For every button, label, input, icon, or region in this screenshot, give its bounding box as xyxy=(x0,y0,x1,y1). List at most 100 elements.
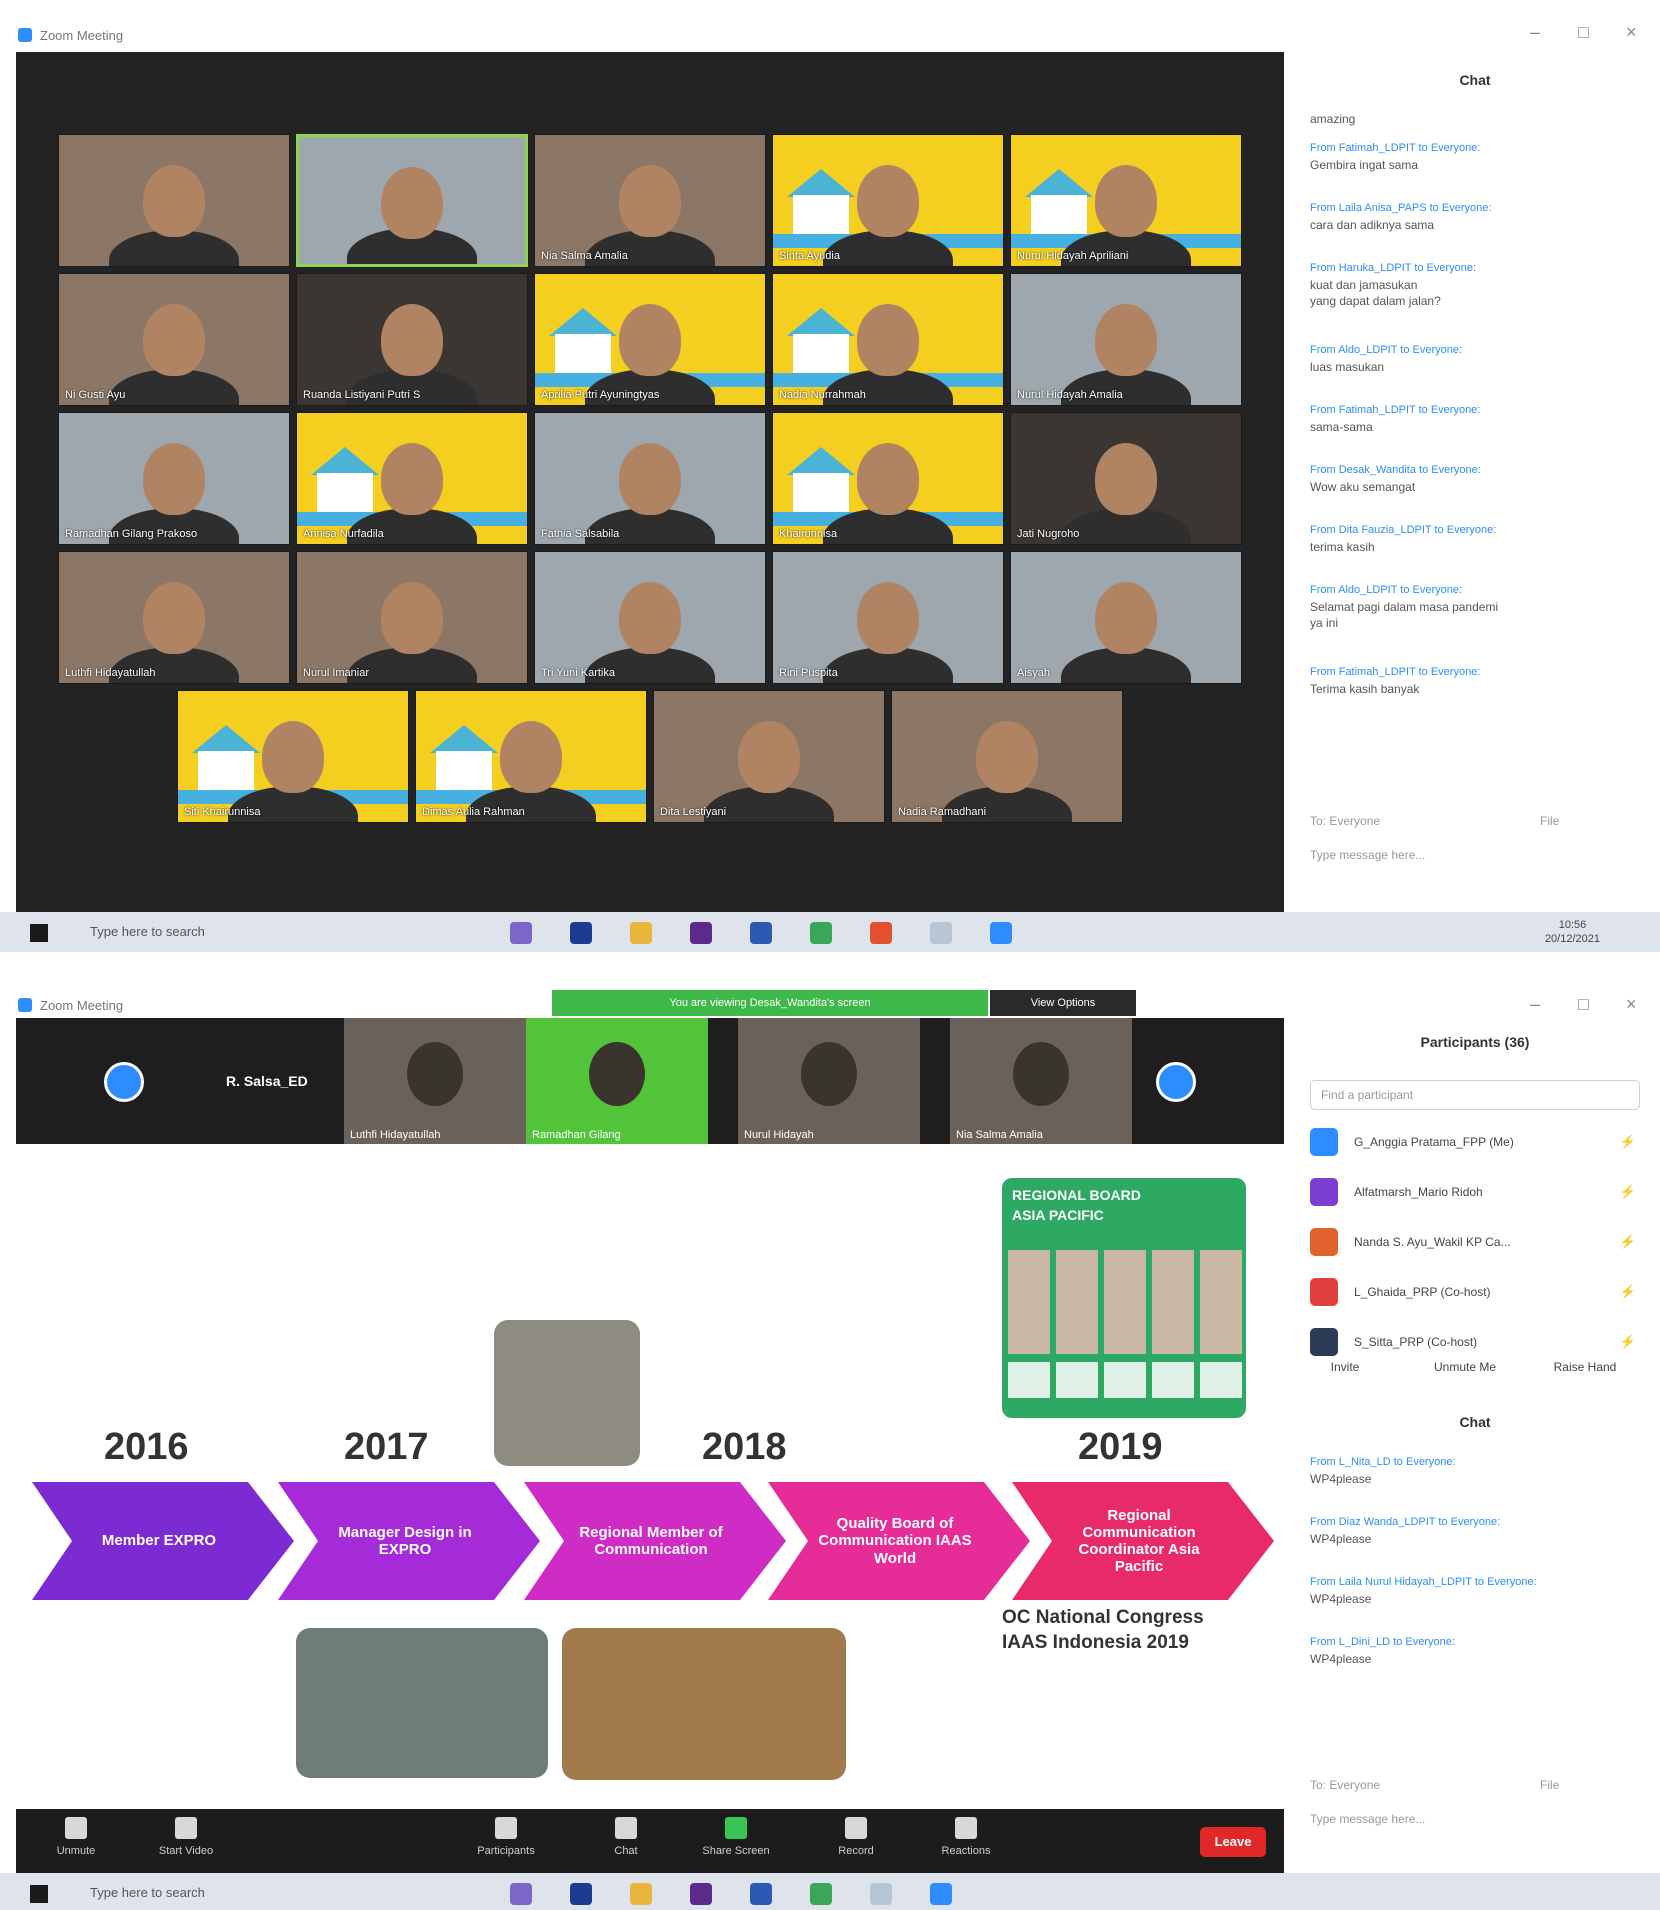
participant-search-input[interactable]: Find a participant xyxy=(1310,1080,1640,1110)
control-label: Share Screen xyxy=(702,1845,770,1857)
participant-video-tile[interactable]: Jati Nugroho xyxy=(1010,412,1242,545)
zoom-taskbar-icon[interactable] xyxy=(930,1883,952,1905)
participant-video-tile[interactable]: Luthfi Hidayatullah xyxy=(58,551,290,684)
start-video-button[interactable]: Start Video xyxy=(136,1817,236,1857)
participant-row[interactable]: Nanda S. Ayu_Wakil KP Ca... ⚡ xyxy=(1310,1226,1650,1260)
strip-video-tile[interactable]: Luthfi Hidayatullah xyxy=(344,1018,526,1144)
maximize-button[interactable]: □ xyxy=(1578,22,1589,43)
taskbar-search[interactable]: Type here to search xyxy=(90,924,205,939)
participant-video-tile[interactable] xyxy=(296,134,528,267)
chat-message-input[interactable]: Type message here... xyxy=(1310,848,1425,862)
windows-start-icon[interactable] xyxy=(30,924,48,942)
participant-video-tile[interactable]: Nurul Hidayah Amalia xyxy=(1010,273,1242,406)
chat-sender: From Dita Fauzia_LDPIT to Everyone: xyxy=(1310,524,1497,536)
zoom-taskbar-icon[interactable] xyxy=(990,922,1012,944)
chat-recipient-select[interactable]: To: Everyone xyxy=(1310,1778,1380,1792)
participant-name: Ruanda Listiyani Putri S xyxy=(303,389,421,401)
close-button[interactable]: × xyxy=(1626,22,1637,43)
view-options-button[interactable]: View Options xyxy=(990,990,1136,1016)
participant-name: Fathia Salsabila xyxy=(541,528,620,540)
minimize-button[interactable]: – xyxy=(1530,22,1540,43)
participant-video-tile[interactable]: Nadia Nurrahmah xyxy=(772,273,1004,406)
windows-start-icon[interactable] xyxy=(30,1885,48,1903)
close-button[interactable]: × xyxy=(1626,994,1637,1015)
strip-video-tile[interactable]: Nia Salma Amalia xyxy=(950,1018,1132,1144)
taskbar-search[interactable]: Type here to search xyxy=(90,1885,205,1900)
control-label: Reactions xyxy=(941,1845,991,1857)
participant-video-tile[interactable]: Tri Yuni Kartika xyxy=(534,551,766,684)
chrome-icon[interactable] xyxy=(810,922,832,944)
regional-board-panel: REGIONAL BOARD ASIA PACIFIC xyxy=(1002,1178,1246,1418)
strip-prev-button[interactable] xyxy=(104,1062,144,1102)
word-icon[interactable] xyxy=(750,922,772,944)
strip-next-button[interactable] xyxy=(1156,1062,1196,1102)
chrome-icon[interactable] xyxy=(810,1883,832,1905)
participant-video-tile[interactable]: Nia Salma Amalia xyxy=(534,134,766,267)
participant-video-tile[interactable]: Fathia Salsabila xyxy=(534,412,766,545)
house-graphic xyxy=(317,473,373,517)
participant-video-tile[interactable]: Ramadhan Gilang Prakoso xyxy=(58,412,290,545)
taskbar-app-icon[interactable] xyxy=(570,922,592,944)
unmute-button[interactable]: Unmute xyxy=(26,1817,126,1857)
participant-video-tile[interactable] xyxy=(58,134,290,267)
strip-video-tile[interactable]: Nurul Hidayah xyxy=(738,1018,920,1144)
maximize-button[interactable]: □ xyxy=(1578,994,1589,1015)
participant-video-tile[interactable]: Siti Khairunnisa xyxy=(177,690,409,823)
chat-sender: From Desak_Wandita to Everyone: xyxy=(1310,464,1481,476)
participant-video-tile[interactable]: Khairunnisa xyxy=(772,412,1004,545)
taskbar-app-icon[interactable] xyxy=(870,1883,892,1905)
strip-video-tile[interactable]: Ramadhan Gilang xyxy=(526,1018,708,1144)
participant-video-tile[interactable]: Aprilia Putri Ayuningtyas xyxy=(534,273,766,406)
participant-video-tile[interactable]: Aisyah xyxy=(1010,551,1242,684)
participant-row[interactable]: Alfatmarsh_Mario Ridoh ⚡ xyxy=(1310,1176,1650,1210)
folder-icon[interactable] xyxy=(630,1883,652,1905)
unmute-me-button[interactable]: Unmute Me xyxy=(1420,1360,1510,1374)
timeline-step-label: Manager Design in EXPRO xyxy=(338,1523,472,1558)
taskbar-app-icon[interactable] xyxy=(690,1883,712,1905)
reactions-button[interactable]: Reactions xyxy=(916,1817,1016,1857)
taskbar-app-icon[interactable] xyxy=(930,922,952,944)
timeline-step-label: Member EXPRO xyxy=(101,1532,217,1550)
share-screen-button[interactable]: Share Screen xyxy=(686,1817,786,1857)
participant-video-tile[interactable]: Nurul Imaniar xyxy=(296,551,528,684)
taskbar-app-icon[interactable] xyxy=(510,1883,532,1905)
participant-video-tile[interactable]: Ni Gusti Ayu xyxy=(58,273,290,406)
chat-button[interactable]: Chat xyxy=(576,1817,676,1857)
taskbar-app-icon[interactable] xyxy=(570,1883,592,1905)
chat-message-input[interactable]: Type message here... xyxy=(1310,1812,1425,1826)
participant-row[interactable]: G_Anggia Pratama_FPP (Me) ⚡ xyxy=(1310,1126,1650,1160)
participant-name: G_Anggia Pratama_FPP (Me) xyxy=(1354,1135,1514,1149)
participant-video-tile[interactable]: Dita Lestiyani xyxy=(653,690,885,823)
control-label: Record xyxy=(838,1845,874,1857)
participant-video-tile[interactable]: Nurul Hidayah Apriliani xyxy=(1010,134,1242,267)
firefox-icon[interactable] xyxy=(870,922,892,944)
record-button[interactable]: Record xyxy=(806,1817,906,1857)
window-title: Zoom Meeting xyxy=(40,28,124,43)
folder-icon[interactable] xyxy=(630,922,652,944)
taskbar-app-icon[interactable] xyxy=(510,922,532,944)
raise-hand-button[interactable]: Raise Hand xyxy=(1540,1360,1630,1374)
chat-recipient-select[interactable]: To: Everyone xyxy=(1310,814,1380,828)
participant-video-tile[interactable]: Dimas Aulia Rahman xyxy=(415,690,647,823)
participant-row[interactable]: S_Sitta_PRP (Co-host) ⚡ xyxy=(1310,1326,1650,1360)
word-icon[interactable] xyxy=(750,1883,772,1905)
leave-button[interactable]: Leave xyxy=(1200,1827,1266,1857)
chat-text: WP4please xyxy=(1310,1652,1372,1666)
participant-face xyxy=(589,1042,645,1106)
timeline-step: Quality Board of Communication IAAS Worl… xyxy=(768,1482,1030,1600)
participant-video-tile[interactable]: Annisa Nurfadila xyxy=(296,412,528,545)
participant-video-tile[interactable]: Nadia Ramadhani xyxy=(891,690,1123,823)
invite-button[interactable]: Invite xyxy=(1300,1360,1390,1374)
participants-button[interactable]: Participants xyxy=(456,1817,556,1857)
participant-name: Annisa Nurfadila xyxy=(303,528,384,540)
control-label: Participants xyxy=(477,1845,535,1857)
minimize-button[interactable]: – xyxy=(1530,994,1540,1015)
participant-row[interactable]: L_Ghaida_PRP (Co-host) ⚡ xyxy=(1310,1276,1650,1310)
participant-video-tile[interactable]: Rini Puspita xyxy=(772,551,1004,684)
windows-taskbar: Type here to search xyxy=(0,1873,1660,1910)
file-button[interactable]: File xyxy=(1540,814,1559,828)
participant-video-tile[interactable]: Sinta Ayudia xyxy=(772,134,1004,267)
file-button[interactable]: File xyxy=(1540,1778,1559,1792)
participant-video-tile[interactable]: Ruanda Listiyani Putri S xyxy=(296,273,528,406)
taskbar-app-icon[interactable] xyxy=(690,922,712,944)
